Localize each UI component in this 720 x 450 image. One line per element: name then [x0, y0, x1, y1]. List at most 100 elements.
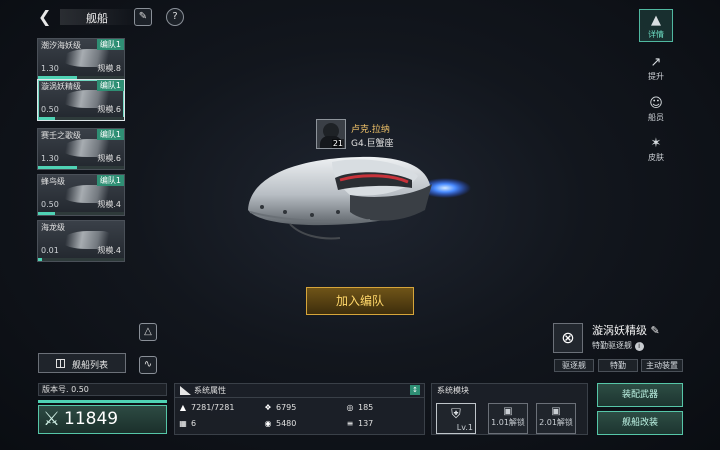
upgrade-icon: ↗ — [650, 55, 662, 70]
shield-icon: ◎ — [346, 402, 354, 412]
attribute-stat: ◉ 5480 — [263, 417, 297, 431]
ship-card-progress — [38, 117, 124, 120]
ship-card[interactable]: 赛壬之歌级 编队1 1.30 规模.6 — [37, 128, 125, 170]
ship-card-name: 蜂鸟级 — [41, 177, 65, 186]
attribute-stat: ◎ 185 — [345, 401, 374, 415]
side-nav-label: 提升 — [648, 72, 664, 81]
power-box: ⚔ 11849 — [38, 405, 167, 434]
module-slot-3[interactable]: ▣ 2.01解锁 — [536, 403, 576, 434]
side-nav-label: 皮肤 — [648, 153, 664, 162]
ship-model — [248, 156, 471, 240]
attribute-stat: ▦ 6 — [178, 417, 196, 431]
power-value: 11849 — [64, 409, 119, 429]
equip-weapon-button[interactable]: 装配武器 — [597, 383, 683, 407]
captain-name: 卢克.拉纳 — [351, 125, 390, 135]
ship-card-group: 编队1 — [96, 80, 124, 91]
tab-active-device[interactable]: 主动装置 — [641, 359, 683, 372]
ship-type: 特勤驱逐舰 i — [592, 340, 644, 351]
detail-icon: ▲ — [651, 13, 661, 28]
ship-card-level: 0.50 — [41, 105, 59, 114]
lock-icon: ▣ — [503, 406, 513, 417]
side-nav-label: 船员 — [648, 113, 664, 122]
ship-card-progress — [38, 212, 124, 215]
edit-icon[interactable]: ✎ — [651, 324, 660, 337]
skin-icon: ✶ — [650, 136, 662, 151]
page-title: 舰船 — [86, 12, 108, 25]
attribute-icon — [180, 386, 191, 395]
ship-card-name: 海龙级 — [41, 223, 65, 232]
question-icon[interactable]: ? — [166, 8, 184, 26]
attribute-value: 7281/7281 — [191, 403, 235, 412]
ship-card-level: 1.30 — [41, 154, 59, 163]
attribute-stat: ▲ 7281/7281 — [178, 401, 235, 415]
ship-card-name: 潮汐海妖级 — [41, 41, 81, 50]
speed-icon: ◉ — [264, 418, 272, 428]
version-bar — [38, 400, 167, 403]
energy-icon: ≡ — [346, 418, 354, 428]
modules-title: 系统模块 — [437, 386, 469, 395]
lock-icon: ▣ — [551, 406, 561, 417]
attribute-stat: ≡ 137 — [345, 417, 374, 431]
attribute-value: 6 — [191, 419, 197, 428]
attribute-value: 185 — [358, 403, 374, 412]
attributes-panel: 系统属性 ↕ ▲ 7281/7281 ❖ 6795 ◎ 185 ▦ 6 ◉ 5480 ≡ 137 — [174, 383, 425, 435]
ship-card[interactable]: 漩涡妖精级 编队1 0.50 规模.6 — [37, 79, 125, 121]
side-nav-skin[interactable]: ✶ 皮肤 — [639, 133, 673, 166]
ship-card-name: 漩涡妖精级 — [41, 82, 81, 91]
ship-card-scale: 规模.4 — [97, 246, 121, 255]
ship-card-level: 1.30 — [41, 64, 59, 73]
fleet-icon[interactable]: △ — [139, 323, 157, 341]
side-nav-upgrade[interactable]: ↗ 提升 — [639, 52, 673, 85]
grid-icon: ▦ — [179, 418, 187, 428]
ship-name: 漩涡妖精级 ✎ — [592, 322, 660, 338]
grid-icon — [56, 359, 65, 368]
ship-card-scale: 规模.6 — [97, 154, 121, 163]
back-arrow-icon[interactable]: ❮ — [38, 8, 56, 26]
module-slot-2[interactable]: ▣ 1.01解锁 — [488, 403, 528, 434]
tab-special[interactable]: 特勤 — [598, 359, 638, 372]
ship-card-group: 编队1 — [96, 39, 124, 50]
swords-icon: ⚔ — [43, 408, 61, 430]
module-slot-1[interactable]: ⛨ Lv.1 — [436, 403, 476, 434]
side-nav-label: 详情 — [648, 30, 664, 39]
crew-icon: ☺ — [649, 96, 663, 111]
ship-card-scale: 规模.4 — [97, 200, 121, 209]
ship-card-level: 0.50 — [41, 200, 59, 209]
ship-modify-button[interactable]: 舰船改装 — [597, 411, 683, 435]
side-nav-detail[interactable]: ▲ 详情 — [639, 9, 673, 42]
ship-card-scale: 规模.8 — [97, 64, 121, 73]
ship-card[interactable]: 蜂鸟级 编队1 0.50 规模.4 — [37, 174, 125, 216]
attributes-title: 系统属性 — [194, 386, 226, 395]
ship-card-scale: 规模.6 — [97, 105, 121, 114]
ship-card-name: 赛壬之歌级 — [41, 131, 81, 140]
ship-card-progress — [38, 166, 124, 169]
stats-icon[interactable]: ∿ — [139, 356, 157, 374]
ship-card-group: 编队1 — [96, 129, 124, 140]
armor-icon: ❖ — [264, 402, 272, 412]
ship-card[interactable]: 潮汐海妖级 编队1 1.30 规模.8 — [37, 38, 125, 80]
ship-list-button[interactable]: 舰船列表 — [38, 353, 126, 373]
module-icon: ⛨ — [451, 407, 461, 422]
ship-class-icon: ⊗ — [553, 323, 583, 353]
version-label: 版本号. 0.50 — [38, 383, 167, 396]
hull-icon: ▲ — [179, 402, 187, 412]
module-slot-3-label: 2.01解锁 — [539, 418, 573, 427]
ship-card[interactable]: 海龙级 0.01 规模.4 — [37, 220, 125, 262]
ship-card-level: 0.01 — [41, 246, 59, 255]
brush-icon[interactable]: ✎ — [134, 8, 152, 26]
ship-type-text: 特勤驱逐舰 — [592, 341, 632, 350]
side-nav-crew[interactable]: ☺ 船员 — [639, 93, 673, 126]
attribute-value: 137 — [358, 419, 374, 428]
attribute-value: 5480 — [276, 419, 297, 428]
join-formation-button[interactable]: 加入编队 — [306, 287, 414, 315]
tab-destroyer[interactable]: 驱逐舰 — [554, 359, 594, 372]
ship-card-progress — [38, 258, 124, 261]
expand-icon[interactable]: ↕ — [410, 385, 420, 395]
module-slot-2-label: 1.01解锁 — [491, 418, 525, 427]
attribute-value: 6795 — [276, 403, 297, 412]
ship-card-group: 编队1 — [96, 175, 124, 186]
ship-name-text: 漩涡妖精级 — [592, 324, 647, 337]
info-icon[interactable]: i — [634, 342, 644, 351]
module-slot-1-label: Lv.1 — [456, 423, 473, 432]
page-title-bar: 舰船 — [60, 9, 140, 25]
